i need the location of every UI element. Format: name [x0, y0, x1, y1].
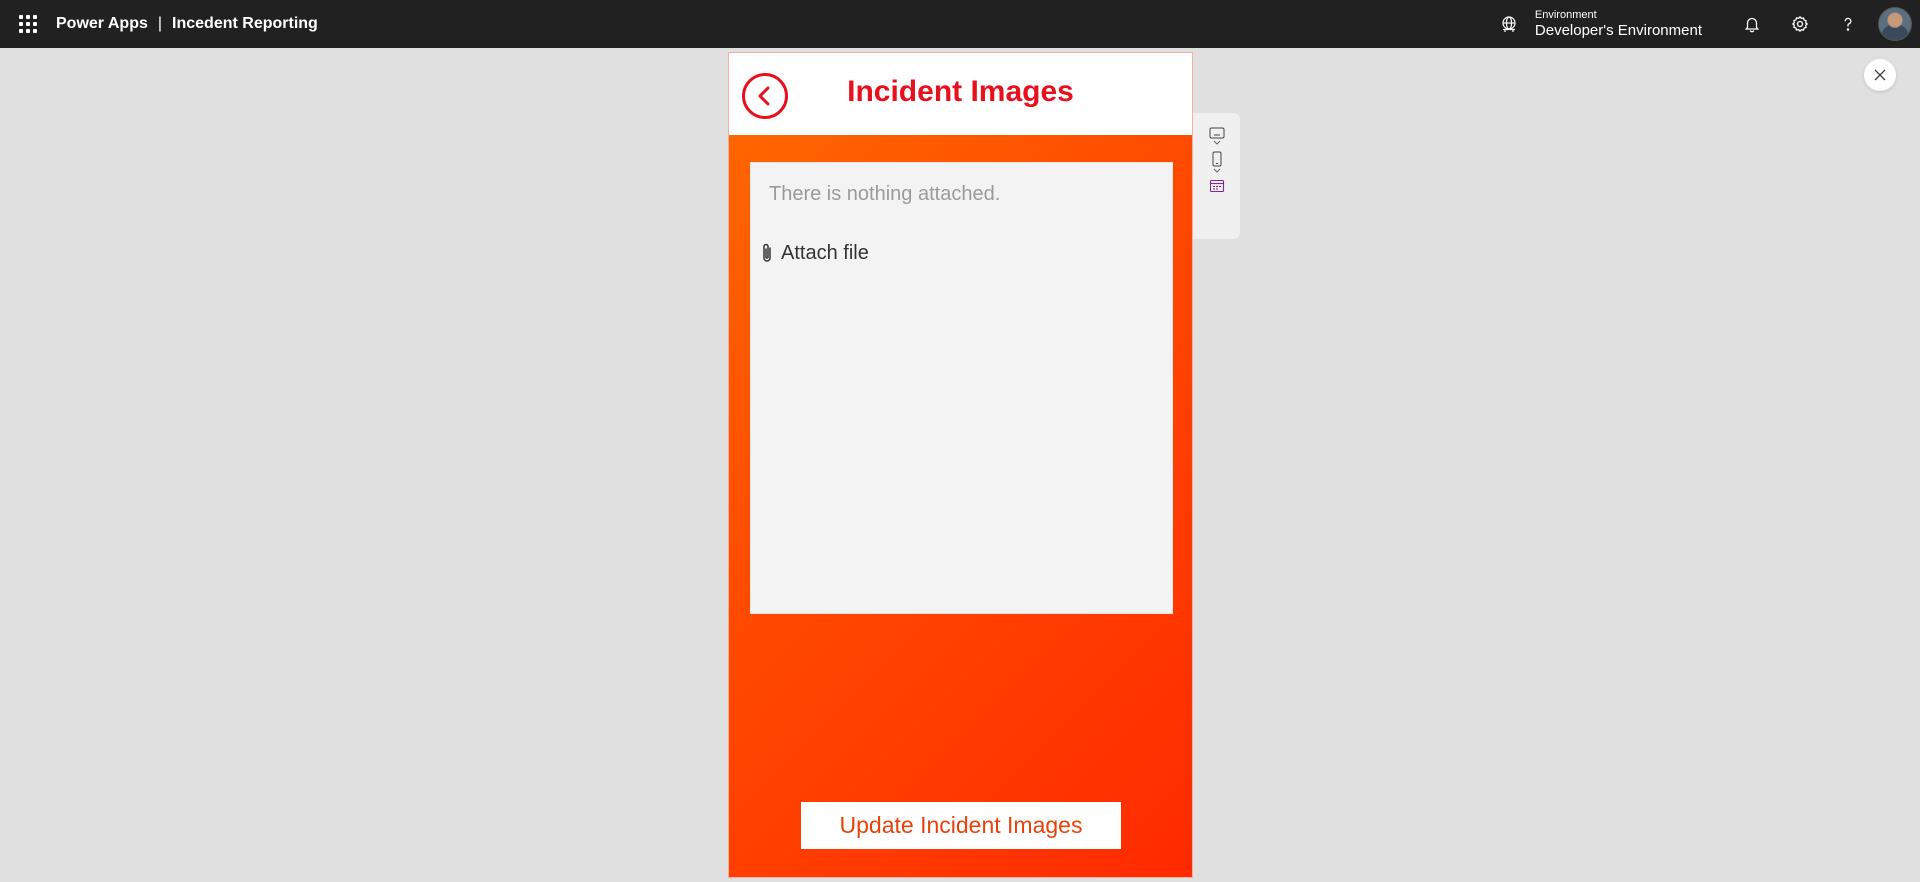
app-launcher-icon — [19, 15, 37, 33]
preview-side-toolbar — [1193, 113, 1240, 239]
update-incident-images-button[interactable]: Update Incident Images — [801, 802, 1121, 849]
environment-label: Environment — [1534, 8, 1597, 21]
topbar-right: Environment Developer's Environment — [1499, 0, 1920, 48]
settings-button[interactable] — [1776, 0, 1824, 48]
app-screen: Incident Images There is nothing attache… — [728, 52, 1193, 878]
chevron-down-icon — [1213, 168, 1220, 173]
environment-text: Environment Developer's Environment — [1535, 9, 1702, 40]
help-icon — [1844, 17, 1852, 31]
keyboard-toggle-button[interactable] — [1209, 127, 1225, 147]
close-icon — [1874, 69, 1886, 81]
attach-file-label: Attach file — [781, 241, 869, 264]
attachments-control[interactable]: There is nothing attached. Attach file — [750, 162, 1173, 614]
top-bar: Power Apps | Incedent Reporting Environm… — [0, 0, 1920, 48]
help-button[interactable] — [1824, 0, 1872, 48]
app-name: Incedent Reporting — [172, 15, 318, 32]
close-preview-button[interactable] — [1864, 59, 1896, 91]
environment-name: Developer's Environment — [1534, 21, 1702, 39]
phone-icon — [1212, 151, 1221, 167]
app-title: Power Apps | Incedent Reporting — [56, 15, 318, 33]
product-name[interactable]: Power Apps — [56, 15, 148, 33]
screen-header: Incident Images — [729, 53, 1192, 135]
gear-icon — [1791, 15, 1809, 33]
device-picker-button[interactable] — [1211, 151, 1223, 175]
user-avatar[interactable] — [1878, 7, 1912, 41]
environment-icon — [1502, 16, 1516, 32]
title-separator: | — [157, 15, 163, 32]
notifications-button[interactable] — [1728, 0, 1776, 48]
paperclip-icon — [763, 243, 771, 262]
calendar-view-button[interactable] — [1209, 179, 1225, 193]
chevron-down-icon — [1213, 140, 1220, 145]
app-launcher-button[interactable] — [0, 0, 56, 48]
calendar-icon — [1209, 179, 1224, 193]
bell-icon — [1744, 17, 1760, 33]
environment-picker[interactable]: Environment Developer's Environment — [1499, 9, 1702, 40]
attachments-empty-text: There is nothing attached. — [769, 183, 1001, 205]
keyboard-icon — [1209, 127, 1224, 139]
attach-file-button[interactable]: Attach file — [759, 241, 869, 265]
screen-title: Incident Images — [847, 75, 1074, 108]
